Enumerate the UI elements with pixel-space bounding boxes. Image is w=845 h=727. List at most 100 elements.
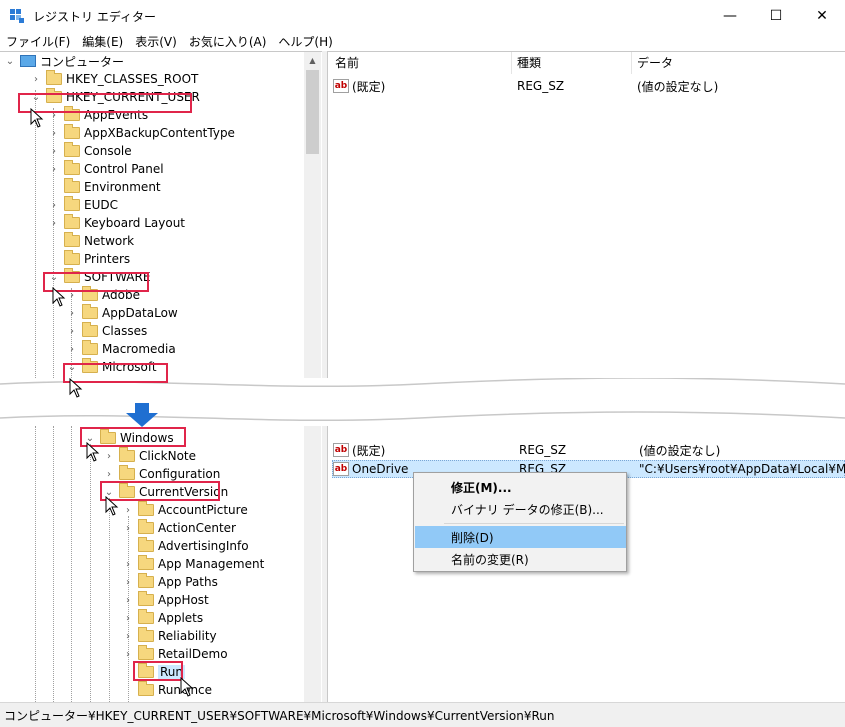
menu-help[interactable]: ヘルプ(H) (278, 33, 332, 50)
chevron-right-icon[interactable]: › (48, 110, 60, 121)
chevron-down-icon[interactable]: ⌄ (30, 92, 42, 103)
chevron-right-icon[interactable]: › (66, 308, 78, 319)
tree-item[interactable]: › AppDataLow (66, 304, 178, 322)
value-list-pane[interactable] (327, 51, 845, 702)
tree-item[interactable]: › HKEY_CLASSES_ROOT (30, 70, 198, 88)
menu-item-rename[interactable]: 名前の変更(R) (415, 548, 626, 570)
chevron-right-icon[interactable]: › (66, 326, 78, 337)
chevron-right-icon[interactable]: › (48, 146, 60, 157)
status-bar: コンピューター¥HKEY_CURRENT_USER¥SOFTWARE¥Micro… (0, 702, 845, 727)
column-header-name[interactable]: 名前 (335, 54, 359, 72)
chevron-right-icon[interactable]: › (30, 74, 42, 85)
tree-item[interactable]: › AppEvents (48, 106, 148, 124)
column-separator[interactable] (631, 52, 632, 74)
tree-scrollbar[interactable]: ▲ (304, 52, 321, 382)
chevron-right-icon[interactable]: › (122, 523, 134, 534)
tree-item[interactable]: › AppHost (122, 591, 209, 609)
column-header-data[interactable]: データ (637, 54, 673, 72)
tree-item[interactable]: › EUDC (48, 196, 118, 214)
chevron-right-icon[interactable]: › (122, 559, 134, 570)
tree-item-label: Configuration (139, 467, 221, 481)
chevron-right-icon[interactable]: › (122, 577, 134, 588)
tree-item[interactable]: ⌄ SOFTWARE (48, 268, 150, 286)
tree-item[interactable]: › Adobe (66, 286, 140, 304)
column-header-type[interactable]: 種類 (517, 54, 541, 72)
tree-item[interactable]: › App Management (122, 555, 264, 573)
tree-item[interactable]: › RetailDemo (122, 645, 228, 663)
tree-item[interactable]: ⌄ コンピューター (4, 52, 124, 70)
tree-item[interactable]: › Macromedia (66, 340, 176, 358)
tree-item-label: RetailDemo (158, 647, 228, 661)
chevron-right-icon[interactable]: › (48, 164, 60, 175)
chevron-right-icon[interactable]: › (103, 451, 115, 462)
value-name: OneDrive (352, 462, 409, 476)
mouse-cursor-icon (30, 108, 44, 128)
tree-item[interactable]: › Configuration (103, 465, 220, 483)
tree-item[interactable]: › AppXBackupContentType (48, 124, 235, 142)
chevron-right-icon[interactable]: › (122, 649, 134, 660)
tree-item[interactable]: AdvertisingInfo (122, 537, 249, 555)
folder-icon (82, 358, 98, 373)
menu-item-modify-binary[interactable]: バイナリ データの修正(B)... (415, 498, 626, 520)
chevron-right-icon[interactable]: › (48, 218, 60, 229)
chevron-right-icon[interactable]: › (103, 469, 115, 480)
chevron-right-icon[interactable]: › (122, 505, 134, 516)
tree-item[interactable]: ⌄ CurrentVersion (103, 483, 228, 501)
tree-item[interactable]: ⌄ HKEY_CURRENT_USER (30, 88, 200, 106)
tree-item[interactable]: › App Paths (122, 573, 218, 591)
menu-file[interactable]: ファイル(F) (6, 33, 70, 50)
chevron-down-icon[interactable]: ⌄ (4, 56, 16, 67)
chevron-right-icon[interactable]: › (122, 631, 134, 642)
tree-item[interactable]: › ActionCenter (122, 519, 236, 537)
tree-item[interactable]: › Reliability (122, 627, 217, 645)
chevron-right-icon[interactable]: › (66, 290, 78, 301)
tree-guide-line (53, 426, 54, 702)
tree-item[interactable]: ⌄ Microsoft (66, 358, 157, 376)
chevron-right-icon[interactable]: › (48, 200, 60, 211)
value-data: (値の設定なし) (639, 443, 721, 458)
tree-item[interactable]: › Keyboard Layout (48, 214, 185, 232)
mouse-cursor-icon (69, 378, 83, 398)
mouse-cursor-icon (52, 287, 66, 307)
menu-item-modify[interactable]: 修正(M)... (415, 476, 626, 498)
down-arrow-icon (126, 403, 158, 427)
value-name: (既定) (352, 79, 386, 94)
chevron-right-icon[interactable]: › (122, 613, 134, 624)
chevron-down-icon[interactable]: ⌄ (48, 272, 60, 283)
folder-icon (100, 429, 116, 444)
value-row[interactable]: ab (既定) (333, 77, 385, 95)
folder-icon (64, 250, 80, 265)
chevron-right-icon[interactable]: › (122, 595, 134, 606)
tree-item[interactable]: Network (48, 232, 134, 250)
menu-edit[interactable]: 編集(E) (82, 33, 123, 50)
chevron-right-icon[interactable]: › (48, 128, 60, 139)
value-row[interactable]: ab (既定) (333, 441, 385, 459)
tree-item[interactable]: Environment (48, 178, 161, 196)
folder-icon (138, 663, 154, 678)
tree-scrollbar-lower[interactable] (304, 420, 321, 702)
tree-item[interactable]: › AccountPicture (122, 501, 248, 519)
tree-item[interactable]: › ClickNote (103, 447, 196, 465)
column-separator[interactable] (511, 52, 512, 74)
scroll-thumb[interactable] (306, 70, 319, 154)
menu-favorites[interactable]: お気に入り(A) (189, 33, 267, 50)
tree-item[interactable]: › Control Panel (48, 160, 164, 178)
chevron-right-icon[interactable]: › (66, 344, 78, 355)
tree-item-label: HKEY_CURRENT_USER (66, 90, 200, 104)
tree-item[interactable]: Printers (48, 250, 130, 268)
tree-item[interactable]: Run (122, 663, 186, 681)
scroll-up-arrow-icon[interactable]: ▲ (304, 52, 321, 69)
tree-item[interactable]: › Classes (66, 322, 147, 340)
minimize-button[interactable]: — (707, 0, 753, 31)
close-button[interactable]: ✕ (799, 0, 845, 31)
menu-view[interactable]: 表示(V) (135, 33, 177, 50)
tree-item[interactable]: › Console (48, 142, 132, 160)
value-row-onedrive[interactable]: ab OneDrive (333, 460, 408, 478)
folder-icon (64, 160, 80, 175)
folder-icon (46, 88, 62, 103)
tree-item[interactable]: › Applets (122, 609, 203, 627)
menu-item-delete[interactable]: 削除(D) (415, 526, 626, 548)
maximize-button[interactable]: ☐ (753, 0, 799, 31)
tree-item[interactable]: RunOnce (122, 681, 212, 699)
chevron-down-icon[interactable]: ⌄ (66, 362, 78, 373)
